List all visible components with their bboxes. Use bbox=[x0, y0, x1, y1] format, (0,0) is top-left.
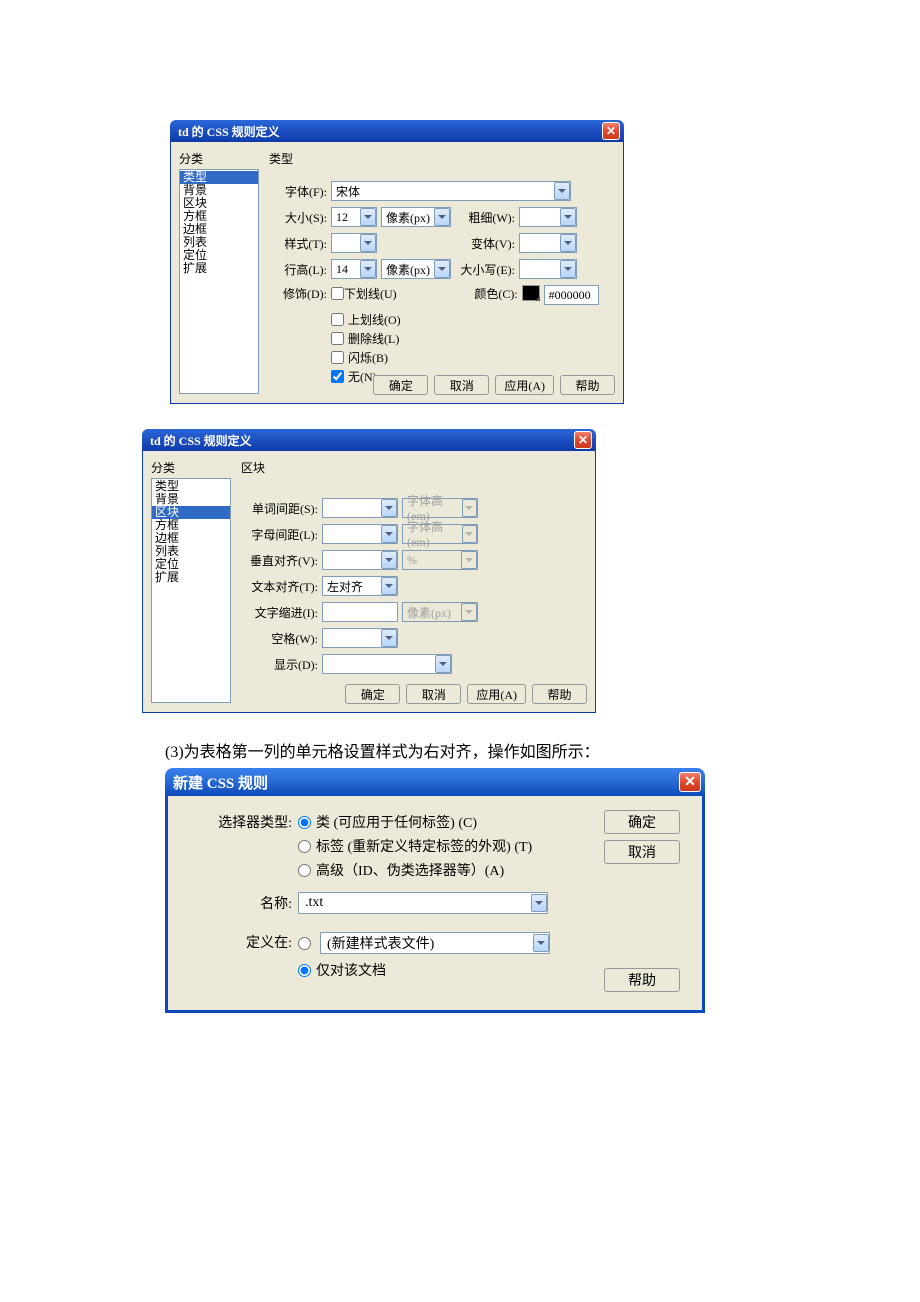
titlebar: td 的 CSS 规则定义 ✕ bbox=[142, 429, 596, 451]
size-label: 大小(S): bbox=[269, 209, 327, 226]
lineheight-unit-combo[interactable]: 像素(px) bbox=[381, 259, 451, 279]
help-button[interactable]: 帮助 bbox=[532, 684, 587, 704]
letterspacing-unit: 字体高(em) bbox=[402, 524, 478, 544]
titlebar: td 的 CSS 规则定义 ✕ bbox=[170, 120, 624, 142]
indent-input[interactable] bbox=[322, 602, 398, 622]
selector-adv-radio[interactable] bbox=[298, 864, 311, 877]
wordspacing-combo[interactable] bbox=[322, 498, 398, 518]
case-label: 大小写(E): bbox=[455, 261, 515, 278]
color-swatch[interactable] bbox=[522, 285, 540, 301]
category-list[interactable]: 类型 背景 区块 方框 边框 列表 定位 扩展 bbox=[151, 478, 231, 703]
cancel-button[interactable]: 取消 bbox=[604, 840, 680, 864]
dialog-title: td 的 CSS 规则定义 bbox=[150, 432, 252, 449]
button-bar: 确定 取消 应用(A) 帮助 bbox=[345, 684, 587, 704]
lineheight-label: 行高(L): bbox=[269, 261, 327, 278]
ok-button[interactable]: 确定 bbox=[345, 684, 400, 704]
style-label: 样式(T): bbox=[269, 235, 327, 252]
size-combo[interactable]: 12 bbox=[331, 207, 377, 227]
css-rule-dialog-type: td 的 CSS 规则定义 ✕ 分类 类型 背景 区块 方框 边框 列表 定位 … bbox=[170, 120, 624, 404]
form-area: 类型 字体(F): 宋体 大小(S): 12 像素(px) 粗细(W): 样式(… bbox=[269, 150, 615, 395]
wordspacing-label: 单词间距(S): bbox=[241, 500, 318, 517]
titlebar: 新建 CSS 规则 ✕ bbox=[165, 768, 705, 796]
style-combo[interactable] bbox=[331, 233, 377, 253]
letterspacing-combo[interactable] bbox=[322, 524, 398, 544]
overline-checkbox[interactable] bbox=[331, 313, 344, 326]
weight-combo[interactable] bbox=[519, 207, 577, 227]
none-checkbox[interactable] bbox=[331, 370, 344, 383]
close-button[interactable]: ✕ bbox=[602, 122, 620, 140]
category-sidebar: 分类 类型 背景 区块 方框 边框 列表 定位 扩展 bbox=[179, 150, 259, 395]
display-combo[interactable] bbox=[322, 654, 452, 674]
whitespace-combo[interactable] bbox=[322, 628, 398, 648]
textalign-combo[interactable]: 左对齐 bbox=[322, 576, 398, 596]
selector-tag-radio[interactable] bbox=[298, 840, 311, 853]
valign-unit: % bbox=[402, 550, 478, 570]
case-combo[interactable] bbox=[519, 259, 577, 279]
font-combo[interactable]: 宋体 bbox=[331, 181, 571, 201]
definein-doconly-radio[interactable] bbox=[298, 964, 311, 977]
category-label: 分类 bbox=[151, 459, 231, 476]
category-item[interactable]: 扩展 bbox=[180, 262, 258, 275]
name-combo[interactable]: .txt bbox=[298, 892, 548, 914]
dialog-title: td 的 CSS 规则定义 bbox=[178, 123, 280, 140]
button-bar: 确定 取消 应用(A) 帮助 bbox=[373, 375, 615, 395]
category-label: 分类 bbox=[179, 150, 259, 167]
caption-text: (3)为表格第一列的单元格设置样式为右对齐，操作如图所示： bbox=[165, 738, 920, 762]
definein-label: 定义在: bbox=[184, 932, 292, 984]
new-css-rule-dialog: 新建 CSS 规则 ✕ 选择器类型: 类 (可应用于任何标签) (C) 标签 (… bbox=[165, 768, 705, 1013]
ok-button[interactable]: 确定 bbox=[604, 810, 680, 834]
font-label: 字体(F): bbox=[269, 183, 327, 200]
definein-newfile-combo[interactable]: (新建样式表文件) bbox=[320, 932, 550, 954]
cancel-button[interactable]: 取消 bbox=[434, 375, 489, 395]
selector-class-radio[interactable] bbox=[298, 816, 311, 829]
blink-checkbox[interactable] bbox=[331, 351, 344, 364]
ok-button[interactable]: 确定 bbox=[373, 375, 428, 395]
display-label: 显示(D): bbox=[241, 656, 318, 673]
close-button[interactable]: ✕ bbox=[574, 431, 592, 449]
variant-combo[interactable] bbox=[519, 233, 577, 253]
variant-label: 变体(V): bbox=[455, 235, 515, 252]
apply-button[interactable]: 应用(A) bbox=[495, 375, 554, 395]
letterspacing-label: 字母间距(L): bbox=[241, 526, 318, 543]
textalign-label: 文本对齐(T): bbox=[241, 578, 318, 595]
indent-unit: 像素(px) bbox=[402, 602, 478, 622]
section-label: 区块 bbox=[241, 459, 587, 476]
apply-button[interactable]: 应用(A) bbox=[467, 684, 526, 704]
color-input[interactable]: #000000 bbox=[544, 285, 599, 305]
color-label: 颜色(C): bbox=[401, 285, 518, 302]
name-label: 名称: bbox=[184, 893, 292, 913]
decoration-label: 修饰(D): bbox=[269, 285, 327, 302]
wordspacing-unit: 字体高(em) bbox=[402, 498, 478, 518]
lineheight-combo[interactable]: 14 bbox=[331, 259, 377, 279]
category-list[interactable]: 类型 背景 区块 方框 边框 列表 定位 扩展 bbox=[179, 169, 259, 394]
strike-checkbox[interactable] bbox=[331, 332, 344, 345]
size-unit-combo[interactable]: 像素(px) bbox=[381, 207, 451, 227]
underline-checkbox[interactable] bbox=[331, 287, 344, 300]
help-button[interactable]: 帮助 bbox=[604, 968, 680, 992]
cancel-button[interactable]: 取消 bbox=[406, 684, 461, 704]
section-label: 类型 bbox=[269, 150, 615, 167]
category-item[interactable]: 扩展 bbox=[152, 571, 230, 584]
definein-newfile-radio[interactable] bbox=[298, 937, 311, 950]
weight-label: 粗细(W): bbox=[455, 209, 515, 226]
whitespace-label: 空格(W): bbox=[241, 630, 318, 647]
css-rule-dialog-block: td 的 CSS 规则定义 ✕ 分类 类型 背景 区块 方框 边框 列表 定位 … bbox=[142, 429, 596, 713]
category-sidebar: 分类 类型 背景 区块 方框 边框 列表 定位 扩展 bbox=[151, 459, 231, 704]
valign-combo[interactable] bbox=[322, 550, 398, 570]
dialog-title: 新建 CSS 规则 bbox=[173, 772, 268, 793]
selector-type-label: 选择器类型: bbox=[184, 812, 292, 884]
valign-label: 垂直对齐(V): bbox=[241, 552, 318, 569]
close-button[interactable]: ✕ bbox=[679, 772, 701, 792]
form-area: 区块 单词间距(S): 字体高(em) 字母间距(L): 字体高(em) 垂直对… bbox=[241, 459, 587, 704]
indent-label: 文字缩进(I): bbox=[241, 604, 318, 621]
help-button[interactable]: 帮助 bbox=[560, 375, 615, 395]
